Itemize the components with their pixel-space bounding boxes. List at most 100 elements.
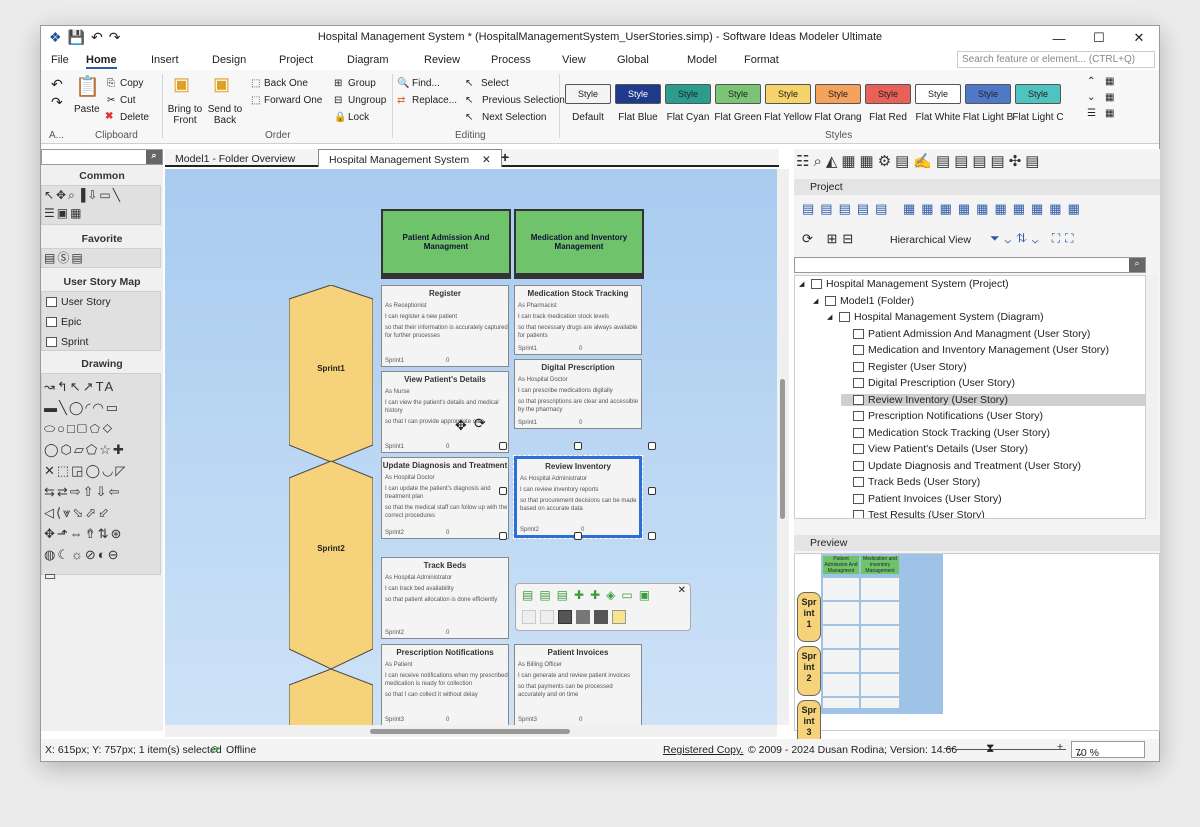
find-button[interactable]: Find... (412, 78, 440, 89)
gallery-down-icon[interactable]: ⌄ (1087, 92, 1095, 103)
search-icon[interactable]: ⌕ (1129, 258, 1145, 272)
swatch-lines[interactable] (576, 610, 590, 624)
menu-review[interactable]: Review (424, 54, 460, 66)
panel-selector-icons[interactable]: ☷⌕◭▦▦⚙▤✍▤▤▤▤✣▤ (794, 149, 1160, 179)
zoom-out-icon[interactable]: — (944, 742, 955, 754)
registered-copy-link[interactable]: Registered Copy. (663, 744, 743, 756)
preview-panel[interactable]: Patient Admission And Managment Medicati… (794, 553, 1160, 750)
favorite-tool-icons[interactable]: ▤Ⓢ▤ (44, 249, 164, 267)
gallery-more-icon[interactable]: ☰ (1087, 108, 1096, 119)
style-flat-light-b-button[interactable]: Style (965, 84, 1011, 104)
send-to-back-button[interactable]: Send to Back (207, 104, 243, 126)
toolbox-search-input[interactable]: ⌕ (41, 149, 163, 165)
undo-icon[interactable]: ↶ (51, 76, 63, 93)
style-flat-white-button[interactable]: Style (915, 84, 961, 104)
project-view-tools[interactable]: ⟳ ⊞⊟ (802, 231, 858, 247)
horizontal-scrollbar[interactable] (165, 725, 777, 737)
user-story-card[interactable]: Digital Prescription As Hospital Doctor I … (514, 359, 642, 429)
epic-tool[interactable]: Epic (46, 316, 81, 328)
quick-add-icons[interactable]: ▤▤▤✚✚◈▭▣ (522, 588, 656, 602)
new-tab-button[interactable]: + (491, 149, 519, 167)
sprint-tool[interactable]: Sprint (46, 336, 88, 348)
scroll-thumb[interactable] (370, 729, 570, 734)
user-story-tool[interactable]: User Story (46, 296, 111, 308)
tree-item[interactable]: View Patient's Details (User Story) (841, 443, 1028, 455)
tree-item[interactable]: Update Diagnosis and Treatment (User Sto… (841, 460, 1081, 472)
menu-view[interactable]: View (562, 54, 586, 66)
user-story-card[interactable]: Track Beds As Hospital Administrator I can… (381, 557, 509, 639)
resize-handle[interactable] (499, 442, 507, 450)
paste-icon[interactable]: 📋 (75, 74, 100, 99)
close-tab-icon[interactable]: ✕ (482, 154, 491, 166)
style-tool-icon[interactable]: ▦ (1105, 108, 1114, 119)
tree-item[interactable]: Test Results (User Story) (841, 509, 985, 518)
tree-item[interactable]: Digital Prescription (User Story) (841, 377, 1015, 389)
expand-icon[interactable]: ◢ (827, 313, 835, 321)
scroll-thumb[interactable] (780, 379, 785, 519)
tree-item[interactable]: ◢ Hospital Management System (Diagram) (827, 311, 1044, 323)
user-story-card[interactable]: Medication Stock Tracking As Pharmacist I … (514, 285, 642, 355)
project-tool-icons[interactable]: ▤▤▤▤▤ ▦▦▦▦▦▦▦▦▦▦ (802, 201, 1086, 217)
resize-handle[interactable] (499, 532, 507, 540)
tree-item[interactable]: Track Beds (User Story) (841, 476, 980, 488)
search-icon[interactable]: ⌕ (146, 150, 162, 164)
gallery-up-icon[interactable]: ⌃ (1087, 76, 1095, 87)
close-icon[interactable]: ✕ (678, 585, 686, 596)
note-swatch[interactable] (612, 610, 626, 624)
zoom-slider[interactable] (956, 749, 1066, 750)
next-selection-button[interactable]: Next Selection (482, 112, 546, 123)
toolbox-favorite-header[interactable]: Favorite (41, 233, 163, 245)
style-flat-blue-button[interactable]: Style (615, 84, 661, 104)
resize-handle[interactable] (648, 487, 656, 495)
tree-item[interactable]: Patient Admission And Managment (User St… (841, 328, 1090, 340)
sprint1-label[interactable]: Sprint1 (307, 364, 355, 373)
tree-scrollbar[interactable] (1146, 275, 1158, 519)
resize-handle[interactable] (648, 442, 656, 450)
diagram-canvas[interactable]: Patient Admission And Managment Medicati… (165, 169, 777, 725)
style-tool-icon[interactable]: ▦ (1105, 76, 1114, 87)
style-flat-red-button[interactable]: Style (865, 84, 911, 104)
redo-icon[interactable]: ↷ (51, 94, 63, 111)
swatch-dark[interactable] (594, 610, 608, 624)
toolbox-common-header[interactable]: Common (41, 170, 163, 182)
replace-button[interactable]: Replace... (412, 95, 457, 106)
zoom-slider-thumb[interactable]: ⧗ (986, 741, 994, 756)
style-tool-icon[interactable]: ▦ (1105, 92, 1114, 103)
delete-button[interactable]: Delete (120, 112, 149, 123)
tree-item[interactable]: Patient Invoices (User Story) (841, 493, 1002, 505)
epic-header[interactable]: Medication and Inventory Management (514, 209, 644, 279)
select-button[interactable]: Select (481, 78, 509, 89)
filter-sort-icons[interactable]: ⏷⌄⇅⌄ ⛶⛶ (990, 231, 1079, 246)
swatch-dark[interactable] (558, 610, 572, 624)
tree-item[interactable]: ◢ Model1 (Folder) (813, 295, 914, 307)
menu-diagram[interactable]: Diagram (347, 54, 389, 66)
close-button[interactable]: ✕ (1119, 26, 1159, 50)
style-default-button[interactable]: Style (565, 84, 611, 104)
menu-model[interactable]: Model (687, 54, 717, 66)
menu-home[interactable]: Home (86, 54, 117, 69)
tree-item[interactable]: ◢ Hospital Management System (Project) (799, 278, 1009, 290)
toolbox-usm-header[interactable]: User Story Map (41, 276, 163, 288)
project-search-input[interactable]: ⌕ (794, 257, 1146, 273)
copy-button[interactable]: Copy (120, 78, 143, 89)
zoom-select[interactable]: 70 % ⌄ (1071, 741, 1145, 759)
lock-button[interactable]: Lock (348, 112, 369, 123)
user-story-card[interactable]: View Patient's Details As Nurse I can view… (381, 371, 509, 453)
tree-item[interactable]: Review Inventory (User Story) (841, 393, 1145, 406)
user-story-card[interactable]: Prescription Notifications As Patient I ca… (381, 644, 509, 725)
swatch-light[interactable] (522, 610, 536, 624)
expand-icon[interactable]: ◢ (813, 297, 821, 305)
tab-hospital-management-system[interactable]: Hospital Management System ✕ (318, 149, 502, 167)
back-one-button[interactable]: Back One (264, 78, 308, 89)
user-story-card[interactable]: Review Inventory As Hospital Administrato… (513, 455, 643, 539)
cut-button[interactable]: Cut (120, 95, 136, 106)
tree-item[interactable]: Medication Stock Tracking (User Story) (841, 427, 1050, 439)
menu-global[interactable]: Global (617, 54, 649, 66)
epic-header[interactable]: Patient Admission And Managment (381, 209, 511, 279)
swatch-light[interactable] (540, 610, 554, 624)
bring-to-front-button[interactable]: Bring to Front (167, 104, 203, 126)
expand-icon[interactable]: ◢ (799, 280, 807, 288)
resize-handle[interactable] (574, 532, 582, 540)
style-flat-yellow-button[interactable]: Style (765, 84, 811, 104)
resize-handle[interactable] (499, 487, 507, 495)
